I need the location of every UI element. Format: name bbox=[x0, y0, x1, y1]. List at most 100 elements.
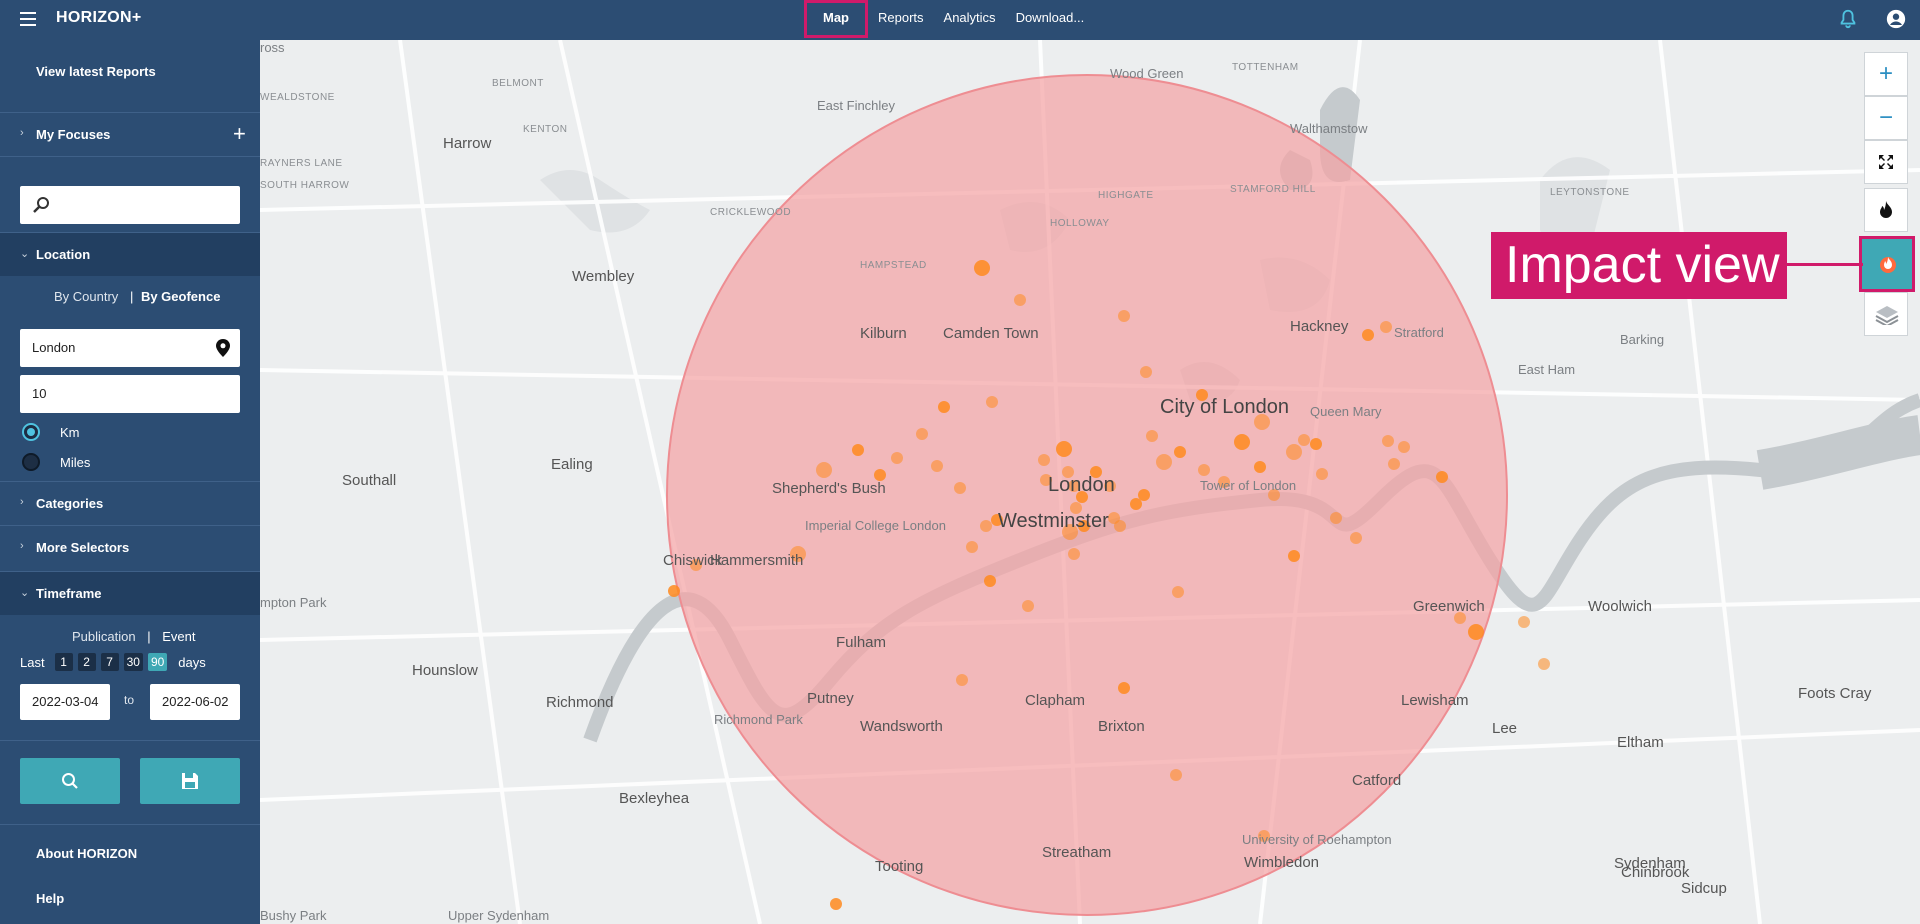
event-marker[interactable] bbox=[1172, 586, 1184, 598]
event-marker[interactable] bbox=[1518, 616, 1530, 628]
event-marker[interactable] bbox=[852, 444, 864, 456]
event-marker[interactable] bbox=[1286, 444, 1302, 460]
days-7-chip[interactable]: 7 bbox=[100, 653, 119, 671]
more-selectors-section[interactable]: › More Selectors bbox=[0, 525, 260, 569]
event-marker[interactable] bbox=[1138, 489, 1150, 501]
place-label: Catford bbox=[1352, 772, 1402, 789]
nav-analytics[interactable]: Analytics bbox=[934, 0, 1006, 40]
event-marker[interactable] bbox=[916, 428, 928, 440]
event-marker[interactable] bbox=[1130, 498, 1142, 510]
by-geofence-option[interactable]: By Geofence bbox=[141, 289, 220, 304]
account-icon[interactable] bbox=[1885, 8, 1907, 30]
nav-map[interactable]: Map bbox=[804, 0, 868, 38]
km-radio[interactable] bbox=[22, 423, 40, 441]
days-2-chip[interactable]: 2 bbox=[77, 653, 96, 671]
event-marker[interactable] bbox=[1234, 434, 1250, 450]
my-focuses-section[interactable]: › My Focuses + bbox=[0, 112, 260, 156]
categories-section[interactable]: › Categories bbox=[0, 481, 260, 525]
event-marker[interactable] bbox=[1140, 366, 1152, 378]
event-marker[interactable] bbox=[986, 396, 998, 408]
search-input[interactable] bbox=[20, 186, 240, 224]
event-marker[interactable] bbox=[1398, 441, 1410, 453]
event-marker[interactable] bbox=[1118, 682, 1130, 694]
add-focus-icon[interactable]: + bbox=[233, 121, 246, 147]
event-marker[interactable] bbox=[1118, 310, 1130, 322]
end-date-input[interactable]: 2022-06-02 bbox=[150, 684, 240, 720]
event-marker[interactable] bbox=[1538, 658, 1550, 670]
event-marker[interactable] bbox=[1468, 624, 1484, 640]
event-marker[interactable] bbox=[980, 520, 992, 532]
event-marker[interactable] bbox=[1382, 435, 1394, 447]
publication-option[interactable]: Publication bbox=[72, 629, 136, 644]
event-marker[interactable] bbox=[1198, 464, 1210, 476]
place-label: London bbox=[1048, 474, 1115, 496]
location-input[interactable]: London bbox=[20, 329, 240, 367]
event-marker[interactable] bbox=[816, 462, 832, 478]
days-1-chip[interactable]: 1 bbox=[54, 653, 73, 671]
days-90-chip[interactable]: 90 bbox=[147, 653, 168, 671]
event-marker[interactable] bbox=[1056, 441, 1072, 457]
event-marker[interactable] bbox=[1288, 550, 1300, 562]
event-marker[interactable] bbox=[1014, 294, 1026, 306]
event-marker[interactable] bbox=[1254, 461, 1266, 473]
event-marker[interactable] bbox=[1170, 769, 1182, 781]
event-marker[interactable] bbox=[956, 674, 968, 686]
place-label: Chinbrook bbox=[1621, 864, 1690, 881]
days-30-chip[interactable]: 30 bbox=[123, 653, 143, 671]
nav-reports[interactable]: Reports bbox=[868, 0, 934, 40]
event-marker[interactable] bbox=[891, 452, 903, 464]
heatmap-button[interactable] bbox=[1864, 188, 1908, 232]
event-marker[interactable] bbox=[1114, 520, 1126, 532]
km-label: Km bbox=[60, 425, 80, 440]
event-marker[interactable] bbox=[1068, 548, 1080, 560]
layers-button[interactable] bbox=[1864, 292, 1908, 336]
event-marker[interactable] bbox=[1298, 434, 1310, 446]
timeframe-section-header[interactable]: ⌄ Timeframe bbox=[0, 571, 260, 615]
bell-icon[interactable] bbox=[1837, 8, 1859, 30]
event-marker[interactable] bbox=[1310, 438, 1322, 450]
event-marker[interactable] bbox=[668, 585, 680, 597]
event-marker[interactable] bbox=[1380, 321, 1392, 333]
event-marker[interactable] bbox=[1388, 458, 1400, 470]
map-pin-icon[interactable] bbox=[216, 339, 230, 357]
event-marker[interactable] bbox=[1436, 471, 1448, 483]
event-marker[interactable] bbox=[1316, 468, 1328, 480]
event-marker[interactable] bbox=[966, 541, 978, 553]
event-option[interactable]: Event bbox=[162, 629, 195, 644]
event-marker[interactable] bbox=[830, 898, 842, 910]
nav-download[interactable]: Download... bbox=[1006, 0, 1095, 40]
location-section-header[interactable]: ⌄ Location bbox=[0, 232, 260, 276]
menu-icon[interactable] bbox=[20, 12, 36, 26]
by-country-option[interactable]: By Country bbox=[54, 289, 118, 304]
event-marker[interactable] bbox=[954, 482, 966, 494]
help-link[interactable]: Help bbox=[36, 891, 64, 906]
to-label: to bbox=[124, 693, 135, 707]
zoom-in-button[interactable]: + bbox=[1864, 52, 1908, 96]
event-marker[interactable] bbox=[1146, 430, 1158, 442]
about-link[interactable]: About HORIZON bbox=[36, 846, 137, 861]
event-marker[interactable] bbox=[931, 460, 943, 472]
search-button[interactable] bbox=[20, 758, 120, 804]
event-marker[interactable] bbox=[1022, 600, 1034, 612]
event-marker[interactable] bbox=[1362, 329, 1374, 341]
save-button[interactable] bbox=[140, 758, 240, 804]
start-date-input[interactable]: 2022-03-04 bbox=[20, 684, 110, 720]
fullscreen-button[interactable] bbox=[1864, 140, 1908, 184]
event-marker[interactable] bbox=[984, 575, 996, 587]
impact-view-button[interactable] bbox=[1859, 236, 1915, 292]
event-marker[interactable] bbox=[1156, 454, 1172, 470]
event-marker[interactable] bbox=[1350, 532, 1362, 544]
event-marker[interactable] bbox=[1038, 454, 1050, 466]
miles-radio[interactable] bbox=[22, 453, 40, 471]
map-canvas[interactable]: BELMONT Wood Green TOTTENHAM WEALDSTONE East… bbox=[260, 40, 1920, 924]
event-marker[interactable] bbox=[974, 260, 990, 276]
event-marker[interactable] bbox=[1330, 512, 1342, 524]
event-marker[interactable] bbox=[1174, 446, 1186, 458]
event-marker[interactable] bbox=[938, 401, 950, 413]
radius-input[interactable]: 10 bbox=[20, 375, 240, 413]
view-latest-reports-link[interactable]: View latest Reports bbox=[36, 64, 156, 79]
chevron-right-icon: › bbox=[20, 540, 24, 552]
chevron-down-icon: ⌄ bbox=[20, 248, 30, 260]
zoom-out-button[interactable]: − bbox=[1864, 96, 1908, 140]
place-label: Ealing bbox=[551, 456, 593, 473]
